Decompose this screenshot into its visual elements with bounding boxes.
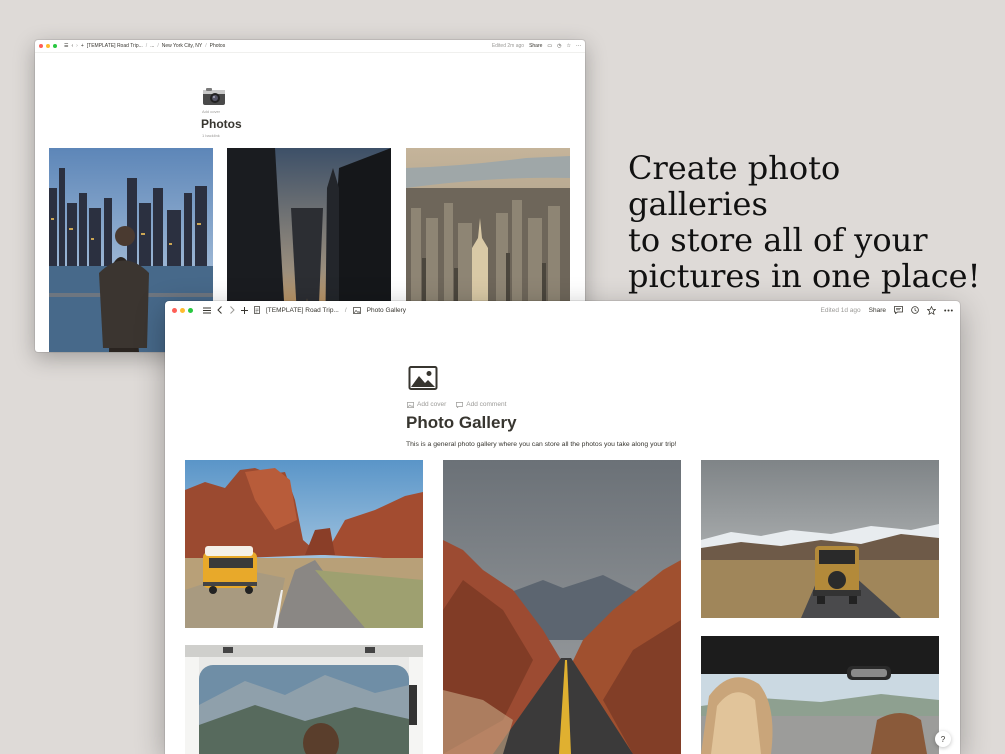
breadcrumb-separator: /	[145, 43, 148, 49]
help-button[interactable]: ?	[935, 731, 951, 747]
breadcrumb-item[interactable]: [TEMPLATE] Road Trip...	[266, 307, 339, 314]
minimize-dot[interactable]	[46, 44, 50, 48]
add-comment-label: Add comment	[466, 401, 507, 408]
back-arrow-icon[interactable]	[217, 306, 223, 314]
share-button[interactable]: Share	[869, 307, 886, 314]
edited-status: Edited 1d ago	[820, 306, 861, 314]
gallery-photo-van-mountain-road[interactable]	[701, 460, 939, 618]
window-topbar: ☰ ‹ › + [TEMPLATE] Road Trip... / ... / …	[35, 40, 585, 53]
breadcrumb-separator: /	[344, 306, 347, 314]
gallery-photo-van-interior[interactable]	[185, 645, 423, 754]
share-button[interactable]: Share	[529, 43, 542, 49]
page-doc-icon	[254, 306, 260, 314]
comment-icon[interactable]: ▭	[547, 43, 552, 49]
gallery-photo-desert-road[interactable]	[443, 460, 681, 754]
page-description: This is a general photo gallery where yo…	[406, 441, 677, 448]
promo-caption: Create photo galleries to store all of y…	[628, 150, 988, 294]
breadcrumb-item[interactable]: [TEMPLATE] Road Trip...	[87, 43, 143, 49]
add-cover-button[interactable]: Add cover	[407, 401, 446, 408]
comment-bubble-icon	[456, 401, 464, 408]
caption-line: pictures in one place!	[628, 257, 981, 295]
comment-icon[interactable]	[894, 306, 903, 314]
page-title: Photos	[201, 117, 242, 131]
backlink-link[interactable]: 1 backlink	[202, 133, 220, 138]
back-arrow-icon[interactable]: ‹	[71, 43, 73, 49]
caption-line: to store all of your	[628, 221, 928, 259]
favorite-icon[interactable]: ☆	[567, 43, 571, 49]
add-cover-button[interactable]: Add cover	[202, 109, 220, 114]
close-dot[interactable]	[39, 44, 43, 48]
forward-arrow-icon[interactable]: ›	[76, 43, 78, 49]
gallery-photo-car-driver[interactable]	[701, 636, 939, 754]
caption-line: Create photo galleries	[628, 149, 841, 223]
forward-arrow-icon[interactable]	[229, 306, 235, 314]
minimize-dot[interactable]	[180, 307, 185, 313]
traffic-lights	[39, 44, 57, 48]
add-comment-button[interactable]: Add comment	[456, 401, 506, 408]
traffic-lights	[172, 307, 193, 313]
camera-icon[interactable]	[202, 86, 226, 106]
more-icon[interactable]	[944, 309, 953, 312]
sidebar-toggle-icon[interactable]: ☰	[64, 43, 68, 49]
edited-status: Edited 2m ago	[491, 43, 525, 49]
maximize-dot[interactable]	[53, 44, 57, 48]
page-meta-actions: Add cover Add comment	[407, 401, 506, 408]
breadcrumb-item[interactable]: New York City, NY	[162, 43, 202, 49]
image-icon[interactable]	[408, 365, 438, 391]
add-cover-label: Add cover	[417, 401, 447, 408]
sidebar-toggle-icon[interactable]	[203, 307, 211, 314]
page-title: Photo Gallery	[406, 413, 517, 432]
breadcrumb-separator: /	[205, 43, 207, 49]
photo-gallery-window: [TEMPLATE] Road Trip... / Photo Gallery …	[165, 301, 960, 754]
breadcrumb-separator: /	[157, 43, 159, 49]
history-icon[interactable]	[911, 306, 919, 314]
close-dot[interactable]	[172, 307, 177, 313]
history-icon[interactable]: ◷	[557, 43, 561, 49]
window-topbar: [TEMPLATE] Road Trip... / Photo Gallery …	[165, 301, 960, 319]
new-page-icon[interactable]	[241, 306, 248, 314]
breadcrumb-item[interactable]: Photos	[210, 43, 226, 49]
favorite-star-icon[interactable]	[927, 305, 936, 315]
new-page-icon[interactable]: +	[81, 43, 84, 49]
breadcrumb-item[interactable]: ...	[150, 43, 154, 49]
cover-image-icon	[407, 401, 414, 408]
breadcrumb-item[interactable]: Photo Gallery	[367, 307, 406, 314]
gallery-photo-desert-van[interactable]	[185, 460, 423, 628]
gallery-image-icon	[352, 306, 361, 314]
more-icon[interactable]: ···	[576, 43, 581, 49]
maximize-dot[interactable]	[188, 307, 193, 313]
